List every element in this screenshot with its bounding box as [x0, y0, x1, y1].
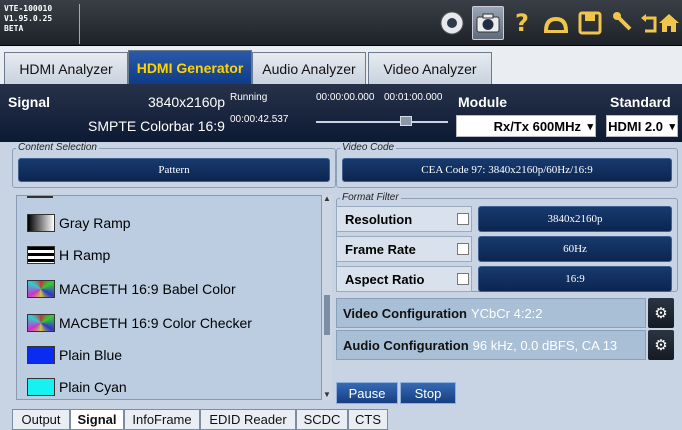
list-item-label: MACBETH 16:9 Babel Color [59, 281, 236, 297]
tab-edid-reader[interactable]: EDID Reader [200, 409, 296, 430]
frame-rate-label: Frame Rate [345, 241, 416, 257]
content-selection-button[interactable]: Pattern [18, 158, 330, 182]
video-configuration-label: Video Configuration [343, 305, 467, 321]
list-item-label: Plain Blue [59, 347, 123, 363]
frame-rate-value[interactable]: 60Hz [478, 236, 672, 262]
signal-label: Signal [8, 94, 51, 110]
scroll-up-icon[interactable]: ▲ [323, 195, 331, 203]
progress-handle[interactable] [400, 116, 412, 126]
tab-infoframe[interactable]: InfoFrame [124, 409, 200, 430]
tab-cts[interactable]: CTS [348, 409, 388, 430]
list-item[interactable]: Plain Blue [27, 342, 122, 368]
resolution-value[interactable]: 3840x2160p [478, 206, 672, 232]
video-configuration-row[interactable]: Video Configuration YCbCr 4:2:2 [336, 298, 646, 328]
macbeth-swatch [27, 314, 55, 332]
aspect-ratio-value[interactable]: 16:9 [478, 266, 672, 292]
record-icon[interactable] [436, 6, 468, 40]
signal-elapsed: 00:00:42.537 [230, 114, 289, 125]
list-item[interactable]: Gray Ramp [27, 210, 131, 236]
list-item[interactable]: Plain Cyan [27, 374, 127, 399]
audio-configuration-label: Audio Configuration [343, 337, 469, 353]
aspect-ratio-row: Aspect Ratio [336, 266, 472, 292]
resolution-checkbox[interactable] [457, 213, 469, 225]
pattern-list[interactable]: Gray Ramp H Ramp MACBETH 16:9 Babel Colo… [16, 195, 322, 400]
format-filter-label: Format Filter [340, 192, 401, 203]
tab-audio-analyzer[interactable]: Audio Analyzer [252, 52, 366, 84]
version-tag: BETA [4, 24, 24, 33]
list-item[interactable]: MACBETH 16:9 Color Checker [27, 310, 252, 336]
video-config-gear-icon[interactable]: ⚙ [648, 298, 674, 328]
cloud-icon[interactable] [540, 6, 572, 40]
standard-select[interactable]: HDMI 2.0 [606, 115, 678, 137]
resolution-row: Resolution [336, 206, 472, 232]
gray-ramp-swatch [27, 214, 55, 232]
h-ramp-swatch [27, 246, 55, 264]
audio-configuration-value: 96 kHz, 0.0 dBFS, CA 13 [472, 337, 618, 353]
audio-configuration-row[interactable]: Audio Configuration 96 kHz, 0.0 dBFS, CA… [336, 330, 646, 360]
module-select[interactable]: Rx/Tx 600MHz [456, 115, 596, 137]
audio-config-gear-icon[interactable]: ⚙ [648, 330, 674, 360]
list-item-label: H Ramp [59, 247, 111, 263]
signal-state: Running [230, 92, 268, 103]
module-label: Module [458, 94, 507, 110]
list-item[interactable]: MACBETH 16:9 Babel Color [27, 276, 236, 302]
standard-label: Standard [610, 94, 671, 110]
frame-rate-checkbox[interactable] [457, 243, 469, 255]
scroll-down-icon[interactable]: ▼ [323, 391, 331, 399]
video-configuration-value: YCbCr 4:2:2 [470, 305, 543, 321]
back-icon[interactable] [640, 6, 660, 40]
scroll-thumb[interactable] [324, 295, 330, 335]
signal-pattern-name: SMPTE Colorbar 16:9 [88, 118, 225, 134]
blue-swatch [27, 346, 55, 364]
tab-signal[interactable]: Signal [70, 409, 124, 430]
pause-button[interactable]: Pause [336, 382, 398, 404]
version-model: VTE-100010 [4, 4, 53, 13]
signal-time-start: 00:00:00.000 [316, 92, 375, 103]
video-code-label: Video Code [340, 142, 397, 153]
save-icon[interactable] [574, 6, 606, 40]
stop-button[interactable]: Stop [400, 382, 456, 404]
content-selection-label: Content Selection [16, 142, 99, 153]
wrench-icon[interactable] [608, 6, 640, 40]
frame-rate-row: Frame Rate [336, 236, 472, 262]
tab-video-analyzer[interactable]: Video Analyzer [368, 52, 492, 84]
resolution-label: Resolution [345, 211, 413, 227]
list-item-label: Plain Cyan [59, 379, 127, 395]
signal-time-end: 00:01:00.000 [384, 92, 443, 103]
tab-hdmi-analyzer[interactable]: HDMI Analyzer [4, 52, 128, 84]
tab-hdmi-generator[interactable]: HDMI Generator [128, 50, 252, 84]
version-number: V1.95.0.25 [4, 14, 53, 23]
aspect-ratio-label: Aspect Ratio [345, 271, 425, 287]
camera-icon[interactable] [472, 6, 504, 40]
list-item-partial [27, 196, 53, 198]
aspect-ratio-checkbox[interactable] [457, 273, 469, 285]
cyan-swatch [27, 378, 55, 396]
list-scrollbar[interactable]: ▲ ▼ [322, 195, 332, 400]
signal-resolution: 3840x2160p [148, 94, 226, 110]
video-code-button[interactable]: CEA Code 97: 3840x2160p/60Hz/16:9 [342, 158, 672, 182]
macbeth-swatch [27, 280, 55, 298]
home-icon[interactable] [658, 6, 680, 40]
list-item[interactable]: H Ramp [27, 242, 110, 268]
tab-scdc[interactable]: SCDC [296, 409, 348, 430]
version-info: VTE-100010 V1.95.0.25 BETA [4, 4, 80, 44]
help-icon[interactable]: ? [506, 6, 538, 40]
list-item-label: Gray Ramp [59, 215, 131, 231]
tab-output[interactable]: Output [12, 409, 70, 430]
list-item-label: MACBETH 16:9 Color Checker [59, 315, 252, 331]
progress-track [316, 121, 448, 123]
